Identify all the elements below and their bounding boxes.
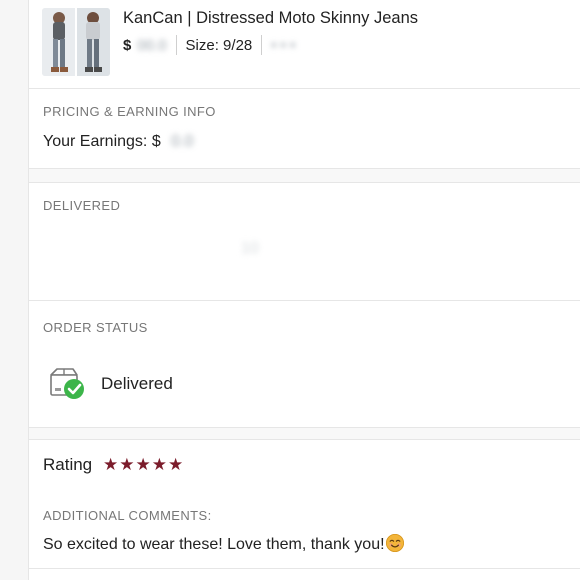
comment-text: So excited to wear these! Love them, tha… bbox=[43, 536, 385, 553]
order-status-value: Delivered bbox=[101, 374, 173, 393]
section-gap bbox=[29, 428, 580, 439]
section-divider bbox=[29, 182, 580, 183]
product-meta: $ 00.0 Size: 9/28 • • • bbox=[123, 35, 295, 55]
extra-info-redacted: • • • bbox=[271, 36, 296, 54]
section-divider bbox=[29, 300, 580, 301]
product-summary[interactable]: KanCan | Distressed Moto Skinny Jeans $ … bbox=[29, 0, 580, 89]
package-delivered-icon bbox=[47, 366, 85, 400]
star-icon: ★ bbox=[151, 455, 167, 474]
meta-divider bbox=[261, 35, 263, 55]
earnings-row: Your Earnings: $ 0.0 bbox=[43, 133, 193, 151]
section-gap bbox=[29, 169, 580, 182]
star-icon: ★ bbox=[103, 455, 119, 474]
meta-divider bbox=[175, 35, 177, 55]
earnings-label: Your Earnings: $ bbox=[43, 133, 161, 150]
product-title[interactable]: KanCan | Distressed Moto Skinny Jeans bbox=[123, 9, 418, 28]
rating-label: Rating bbox=[43, 455, 93, 474]
size-label: Size: 9/28 bbox=[185, 36, 253, 54]
star-icon: ★ bbox=[135, 455, 151, 474]
earnings-value-redacted: 0.0 bbox=[171, 133, 194, 150]
delivered-value-redacted: 10 bbox=[241, 240, 259, 257]
rating-stars: ★ ★ ★ ★ ★ bbox=[103, 456, 184, 473]
pricing-section-label: PRICING & EARNING INFO bbox=[43, 104, 216, 119]
star-icon: ★ bbox=[168, 455, 184, 474]
delivered-section-label: DELIVERED bbox=[43, 198, 121, 213]
order-status-section-label: ORDER STATUS bbox=[43, 320, 148, 335]
price-currency: $ bbox=[123, 36, 132, 54]
price-value-redacted: 00.0 bbox=[137, 36, 167, 54]
comments-section-label: ADDITIONAL COMMENTS: bbox=[43, 508, 212, 523]
comment-row: So excited to wear these! Love them, tha… bbox=[43, 534, 404, 554]
section-divider bbox=[29, 568, 580, 569]
smiling-face-icon bbox=[385, 534, 404, 552]
star-icon: ★ bbox=[119, 455, 135, 474]
product-thumbnail[interactable] bbox=[42, 8, 110, 76]
section-divider bbox=[29, 439, 580, 440]
order-detail-panel: KanCan | Distressed Moto Skinny Jeans $ … bbox=[28, 0, 580, 580]
